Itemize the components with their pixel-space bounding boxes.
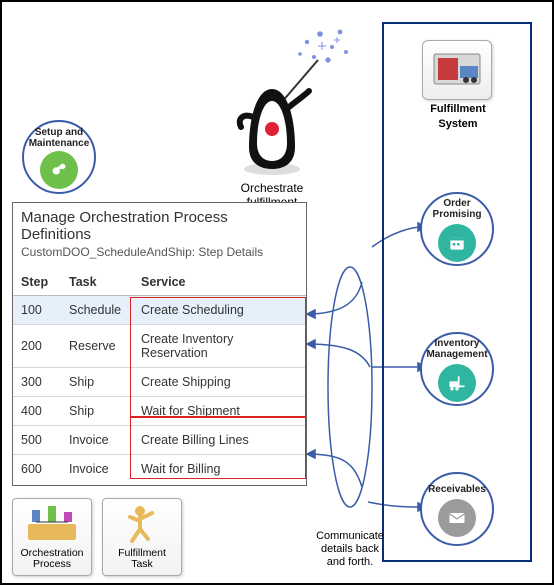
gears-icon [40,151,78,189]
cell-service: Create Inventory Reservation [133,325,306,368]
orch-card-l1: Orchestration [20,547,83,559]
table-row: 500InvoiceCreate Billing Lines [13,426,306,455]
comm-l3: and forth. [327,556,373,568]
cell-service: Create Scheduling [133,296,306,325]
fulfillment-task-icon [114,503,170,546]
cell-step: 200 [13,325,61,368]
cell-step: 100 [13,296,61,325]
order-promising-l1: Order [443,198,470,209]
cell-step: 400 [13,397,61,426]
inventory-management-node: InventoryManagement [420,332,494,406]
duke-mascot-icon [227,77,317,177]
cell-service: Wait for Billing [133,455,306,484]
cell-service: Create Shipping [133,368,306,397]
inventory-mgmt-l2: Management [426,349,487,360]
cell-step: 600 [13,455,61,484]
fulfillment-system-label-l1: Fulfillment [422,103,494,115]
col-task: Task [61,269,133,296]
calendar-icon [438,224,476,262]
col-service: Service [133,269,306,296]
setup-maintenance-node: Setup and Maintenance [22,120,96,194]
orchestration-process-card: OrchestrationProcess [12,498,92,576]
cell-task: Invoice [61,455,133,484]
fulfillment-system-label-l2: System [422,118,494,130]
orchestrate-figure: Orchestrate fulfillment [227,77,317,210]
panel-title: Manage Orchestration Process Definitions [13,203,306,245]
steps-table: Step Task Service 100ScheduleCreate Sche… [13,269,306,483]
cell-task: Invoice [61,426,133,455]
table-row: 100ScheduleCreate Scheduling [13,296,306,325]
cell-task: Ship [61,397,133,426]
table-row: 400ShipWait for Shipment [13,397,306,426]
fulfillment-system-node: Fulfillment System [422,40,494,130]
forklift-icon [438,364,476,402]
envelope-icon [438,499,476,537]
receivables-l1: Receivables [426,482,488,497]
table-row: 200ReserveCreate Inventory Reservation [13,325,306,368]
ftask-card-l2: Task [131,558,153,570]
cell-step: 300 [13,368,61,397]
receivables-node: Receivables [420,472,494,546]
col-step: Step [13,269,61,296]
process-definitions-panel: Manage Orchestration Process Definitions… [12,202,307,486]
comm-l1: Communicate [316,530,384,542]
cell-task: Schedule [61,296,133,325]
cell-task: Reserve [61,325,133,368]
communication-ellipse-icon [328,267,372,507]
setup-label: Setup and Maintenance [24,125,94,151]
ftask-card-l1: Fulfillment [118,547,166,559]
orchestration-process-icon [24,503,80,546]
diagram-canvas: Setup and Maintenance Orchestrate fulfil… [0,0,554,585]
cell-service: Wait for Shipment [133,397,306,426]
table-row: 600InvoiceWait for Billing [13,455,306,484]
order-promising-l2: Promising [433,209,482,220]
truck-dock-icon [430,48,484,92]
fulfillment-system-box [422,40,492,100]
cell-service: Create Billing Lines [133,426,306,455]
orch-card-l2: Process [33,558,71,570]
inventory-mgmt-l1: Inventory [434,338,479,349]
sparkle-icon [298,30,348,63]
cell-step: 500 [13,426,61,455]
orchestrate-label-l1: Orchestrate [227,182,317,196]
communicate-caption: Communicate details back and forth. [300,530,400,570]
panel-subtitle: CustomDOO_ScheduleAndShip: Step Details [13,245,306,269]
cell-task: Ship [61,368,133,397]
comm-l2: details back [321,543,379,555]
table-row: 300ShipCreate Shipping [13,368,306,397]
order-promising-node: OrderPromising [420,192,494,266]
fulfillment-task-card: FulfillmentTask [102,498,182,576]
